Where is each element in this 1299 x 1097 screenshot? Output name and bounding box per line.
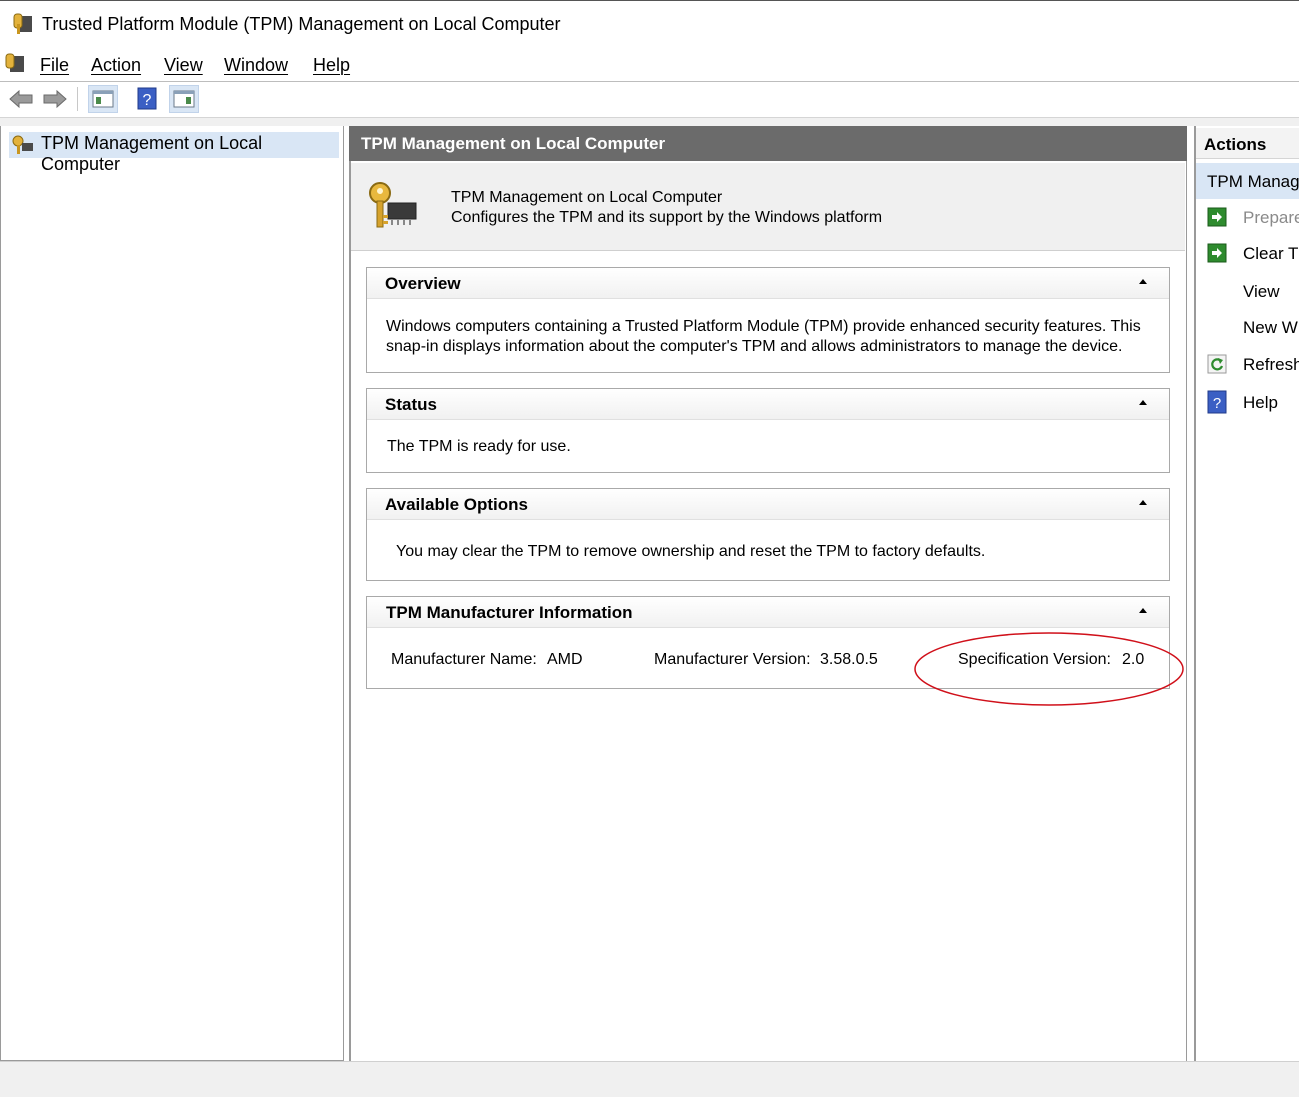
manufacturer-name-label: Manufacturer Name: — [391, 651, 537, 668]
available-options-section: Available Options You may clear the TPM … — [366, 488, 1170, 581]
title-bar: Trusted Platform Module (TPM) Management… — [0, 0, 1299, 48]
refresh-icon — [1207, 354, 1227, 374]
help-icon: ? — [1207, 390, 1227, 414]
overview-section: Overview Windows computers containing a … — [366, 267, 1170, 373]
toolbar: ? — [0, 81, 1299, 118]
back-arrow-icon — [9, 89, 33, 109]
system-menu-icon[interactable] — [4, 52, 28, 76]
description-band — [351, 163, 1185, 251]
toolbar-separator — [77, 87, 78, 111]
actions-header-title: Actions — [1204, 135, 1267, 154]
manufacturer-version-value: 3.58.0.5 — [820, 651, 878, 668]
tree-item-tpm-management[interactable]: TPM Management on Local Computer — [9, 132, 339, 174]
results-header-title: TPM Management on Local Computer — [361, 134, 666, 153]
status-bar — [0, 1061, 1299, 1097]
back-button[interactable] — [6, 85, 36, 113]
available-options-text: You may clear the TPM to remove ownershi… — [396, 543, 986, 560]
action-refresh[interactable]: Refresh — [1243, 355, 1299, 375]
description-text: Configures the TPM and its support by th… — [451, 209, 883, 226]
action-new-window[interactable]: New W — [1243, 318, 1298, 338]
status-title: Status — [385, 395, 437, 414]
manufacturer-version-label: Manufacturer Version: — [654, 651, 811, 668]
console-tree-pane: TPM Management on Local Computer — [0, 126, 344, 1061]
actions-pane — [1194, 126, 1299, 1061]
show-hide-tree-button[interactable] — [88, 85, 118, 113]
description-title: TPM Management on Local Computer — [451, 189, 723, 206]
menu-view[interactable]: View — [164, 55, 203, 76]
annotation-ellipse — [914, 632, 1184, 706]
help-button[interactable]: ? — [133, 85, 163, 113]
actions-subheader[interactable]: TPM Manag — [1196, 163, 1299, 199]
overview-text-line2: snap-in displays information about the c… — [386, 338, 1123, 355]
window-title: Trusted Platform Module (TPM) Management… — [42, 14, 561, 34]
overview-text-line1: Windows computers containing a Trusted P… — [386, 318, 1141, 335]
action-help[interactable]: Help — [1243, 393, 1278, 413]
menu-window[interactable]: Window — [224, 55, 288, 76]
menu-help[interactable]: Help — [313, 55, 350, 76]
manufacturer-title: TPM Manufacturer Information — [386, 603, 633, 622]
action-pane-icon — [173, 90, 195, 108]
tree-item-label: TPM Management on Local Computer — [41, 133, 263, 174]
manufacturer-name-value: AMD — [547, 651, 583, 668]
collapse-arrow-icon[interactable] — [1139, 400, 1147, 405]
actions-subheader-label: TPM Manag — [1207, 172, 1299, 191]
status-header[interactable]: Status — [367, 389, 1169, 420]
menu-bar: File Action View Window Help — [0, 48, 1299, 82]
forward-button[interactable] — [40, 85, 70, 113]
svg-text:?: ? — [143, 92, 152, 109]
results-header: TPM Management on Local Computer — [349, 126, 1187, 161]
collapse-arrow-icon[interactable] — [1139, 608, 1147, 613]
actions-header: Actions — [1196, 128, 1299, 159]
forward-arrow-icon — [43, 89, 67, 109]
overview-title: Overview — [385, 274, 461, 293]
tpm-key-icon — [12, 135, 33, 154]
collapse-arrow-icon[interactable] — [1139, 279, 1147, 284]
show-hide-action-pane-button[interactable] — [169, 85, 199, 113]
status-section: Status The TPM is ready for use. — [366, 388, 1170, 473]
tpm-chip-key-icon — [369, 182, 417, 228]
available-options-title: Available Options — [385, 495, 528, 514]
tpm-app-icon — [13, 13, 32, 34]
available-options-header[interactable]: Available Options — [367, 489, 1169, 520]
action-prepare[interactable]: Prepare — [1243, 208, 1299, 228]
status-text: The TPM is ready for use. — [387, 438, 571, 455]
console-tree-icon — [92, 90, 114, 108]
menu-action[interactable]: Action — [91, 55, 141, 76]
svg-text:?: ? — [1213, 395, 1221, 412]
run-action-icon — [1207, 243, 1227, 263]
menu-file[interactable]: File — [40, 55, 69, 76]
collapse-arrow-icon[interactable] — [1139, 500, 1147, 505]
help-icon: ? — [137, 87, 157, 110]
run-action-icon — [1207, 207, 1227, 227]
action-clear-tpm[interactable]: Clear TI — [1243, 244, 1299, 264]
pane-gap — [0, 118, 1299, 126]
manufacturer-header[interactable]: TPM Manufacturer Information — [367, 597, 1169, 628]
action-view[interactable]: View — [1243, 282, 1280, 302]
overview-header[interactable]: Overview — [367, 268, 1169, 299]
